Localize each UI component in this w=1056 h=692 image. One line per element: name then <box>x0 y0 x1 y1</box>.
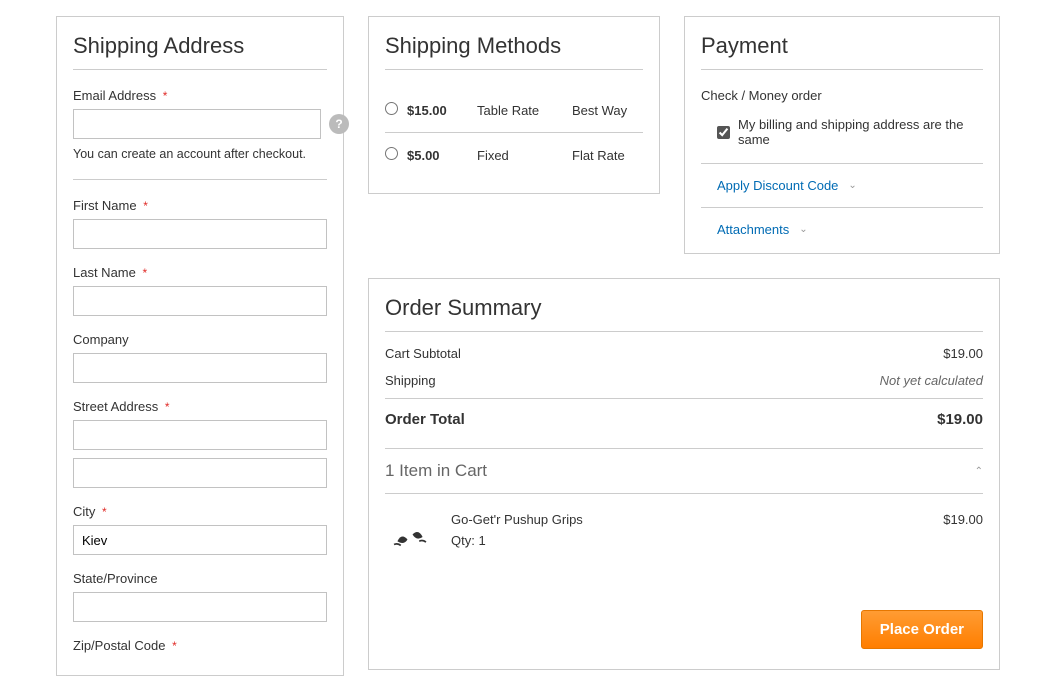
total-label: Order Total <box>385 411 465 428</box>
state-input[interactable] <box>73 592 327 622</box>
street-label-text: Street Address <box>73 399 158 414</box>
shipping-method-name: Fixed <box>477 148 572 163</box>
city-label: City * <box>73 504 327 519</box>
shipping-methods-title: Shipping Methods <box>385 33 643 70</box>
billing-same-label: My billing and shipping address are the … <box>738 117 983 147</box>
shipping-method-row[interactable]: $15.00 Table Rate Best Way <box>385 88 643 133</box>
shipping-method-price: $15.00 <box>407 103 477 118</box>
payment-panel: Payment Check / Money order My billing a… <box>684 16 1000 254</box>
payment-method-label: Check / Money order <box>701 88 983 103</box>
first-name-label-text: First Name <box>73 198 137 213</box>
email-label-text: Email Address <box>73 88 156 103</box>
shipping-value: Not yet calculated <box>880 373 983 388</box>
subtotal-label: Cart Subtotal <box>385 346 461 361</box>
required-marker: * <box>172 639 177 653</box>
attachments-toggle[interactable]: Attachments ⌄ <box>701 207 983 237</box>
shipping-method-carrier: Best Way <box>572 103 643 118</box>
shipping-address-title: Shipping Address <box>73 33 327 70</box>
total-row: Order Total $19.00 <box>385 399 983 440</box>
place-order-button[interactable]: Place Order <box>861 610 983 649</box>
last-name-label-text: Last Name <box>73 265 136 280</box>
billing-same-checkbox[interactable] <box>717 126 730 139</box>
city-input[interactable] <box>73 525 327 555</box>
shipping-address-panel: Shipping Address Email Address * ? You c… <box>56 16 344 676</box>
shipping-method-carrier: Flat Rate <box>572 148 643 163</box>
discount-label: Apply Discount Code <box>717 178 838 193</box>
shipping-method-price: $5.00 <box>407 148 477 163</box>
chevron-down-icon: ⌄ <box>799 224 807 235</box>
order-summary-title: Order Summary <box>385 295 983 332</box>
first-name-label: First Name * <box>73 198 327 213</box>
shipping-method-radio-0[interactable] <box>385 102 398 115</box>
last-name-input[interactable] <box>73 286 327 316</box>
required-marker: * <box>165 400 170 414</box>
chevron-down-icon: ⌄ <box>848 180 856 191</box>
last-name-label: Last Name * <box>73 265 327 280</box>
required-marker: * <box>143 199 148 213</box>
tooltip-icon[interactable]: ? <box>329 114 349 134</box>
zip-label-text: Zip/Postal Code <box>73 638 166 653</box>
cart-item: Go-Get'r Pushup Grips Qty: 1 $19.00 <box>385 494 983 580</box>
email-hint: You can create an account after checkout… <box>73 147 327 161</box>
required-marker: * <box>163 89 168 103</box>
company-label: Company <box>73 332 327 347</box>
chevron-up-icon: ⌃ <box>975 466 983 477</box>
shipping-method-name: Table Rate <box>477 103 572 118</box>
order-summary-panel: Order Summary Cart Subtotal $19.00 Shipp… <box>368 278 1000 670</box>
zip-label: Zip/Postal Code * <box>73 638 327 653</box>
subtotal-value: $19.00 <box>943 346 983 361</box>
email-label: Email Address * <box>73 88 327 103</box>
shipping-row: Shipping Not yet calculated <box>385 367 983 399</box>
street-input-2[interactable] <box>73 458 327 488</box>
required-marker: * <box>143 266 148 280</box>
first-name-input[interactable] <box>73 219 327 249</box>
cart-item-name: Go-Get'r Pushup Grips <box>451 512 927 527</box>
city-label-text: City <box>73 504 95 519</box>
street-label: Street Address * <box>73 399 327 414</box>
cart-item-price: $19.00 <box>943 512 983 562</box>
cart-item-qty: Qty: 1 <box>451 533 927 548</box>
shipping-method-row[interactable]: $5.00 Fixed Flat Rate <box>385 133 643 177</box>
company-input[interactable] <box>73 353 327 383</box>
required-marker: * <box>102 505 107 519</box>
discount-toggle[interactable]: Apply Discount Code ⌄ <box>701 163 983 207</box>
shipping-method-radio-1[interactable] <box>385 147 398 160</box>
cart-item-image <box>385 512 435 562</box>
cart-items-toggle[interactable]: 1 Item in Cart ⌃ <box>385 448 983 494</box>
attachments-label: Attachments <box>717 222 789 237</box>
email-input[interactable] <box>73 109 321 139</box>
payment-title: Payment <box>701 33 983 70</box>
subtotal-row: Cart Subtotal $19.00 <box>385 340 983 367</box>
shipping-methods-panel: Shipping Methods $15.00 Table Rate Best … <box>368 16 660 194</box>
state-label: State/Province <box>73 571 327 586</box>
cart-items-count: 1 Item in Cart <box>385 461 487 481</box>
section-divider <box>73 179 327 180</box>
total-value: $19.00 <box>937 411 983 428</box>
street-input-1[interactable] <box>73 420 327 450</box>
shipping-label: Shipping <box>385 373 436 388</box>
product-icon <box>389 516 431 558</box>
